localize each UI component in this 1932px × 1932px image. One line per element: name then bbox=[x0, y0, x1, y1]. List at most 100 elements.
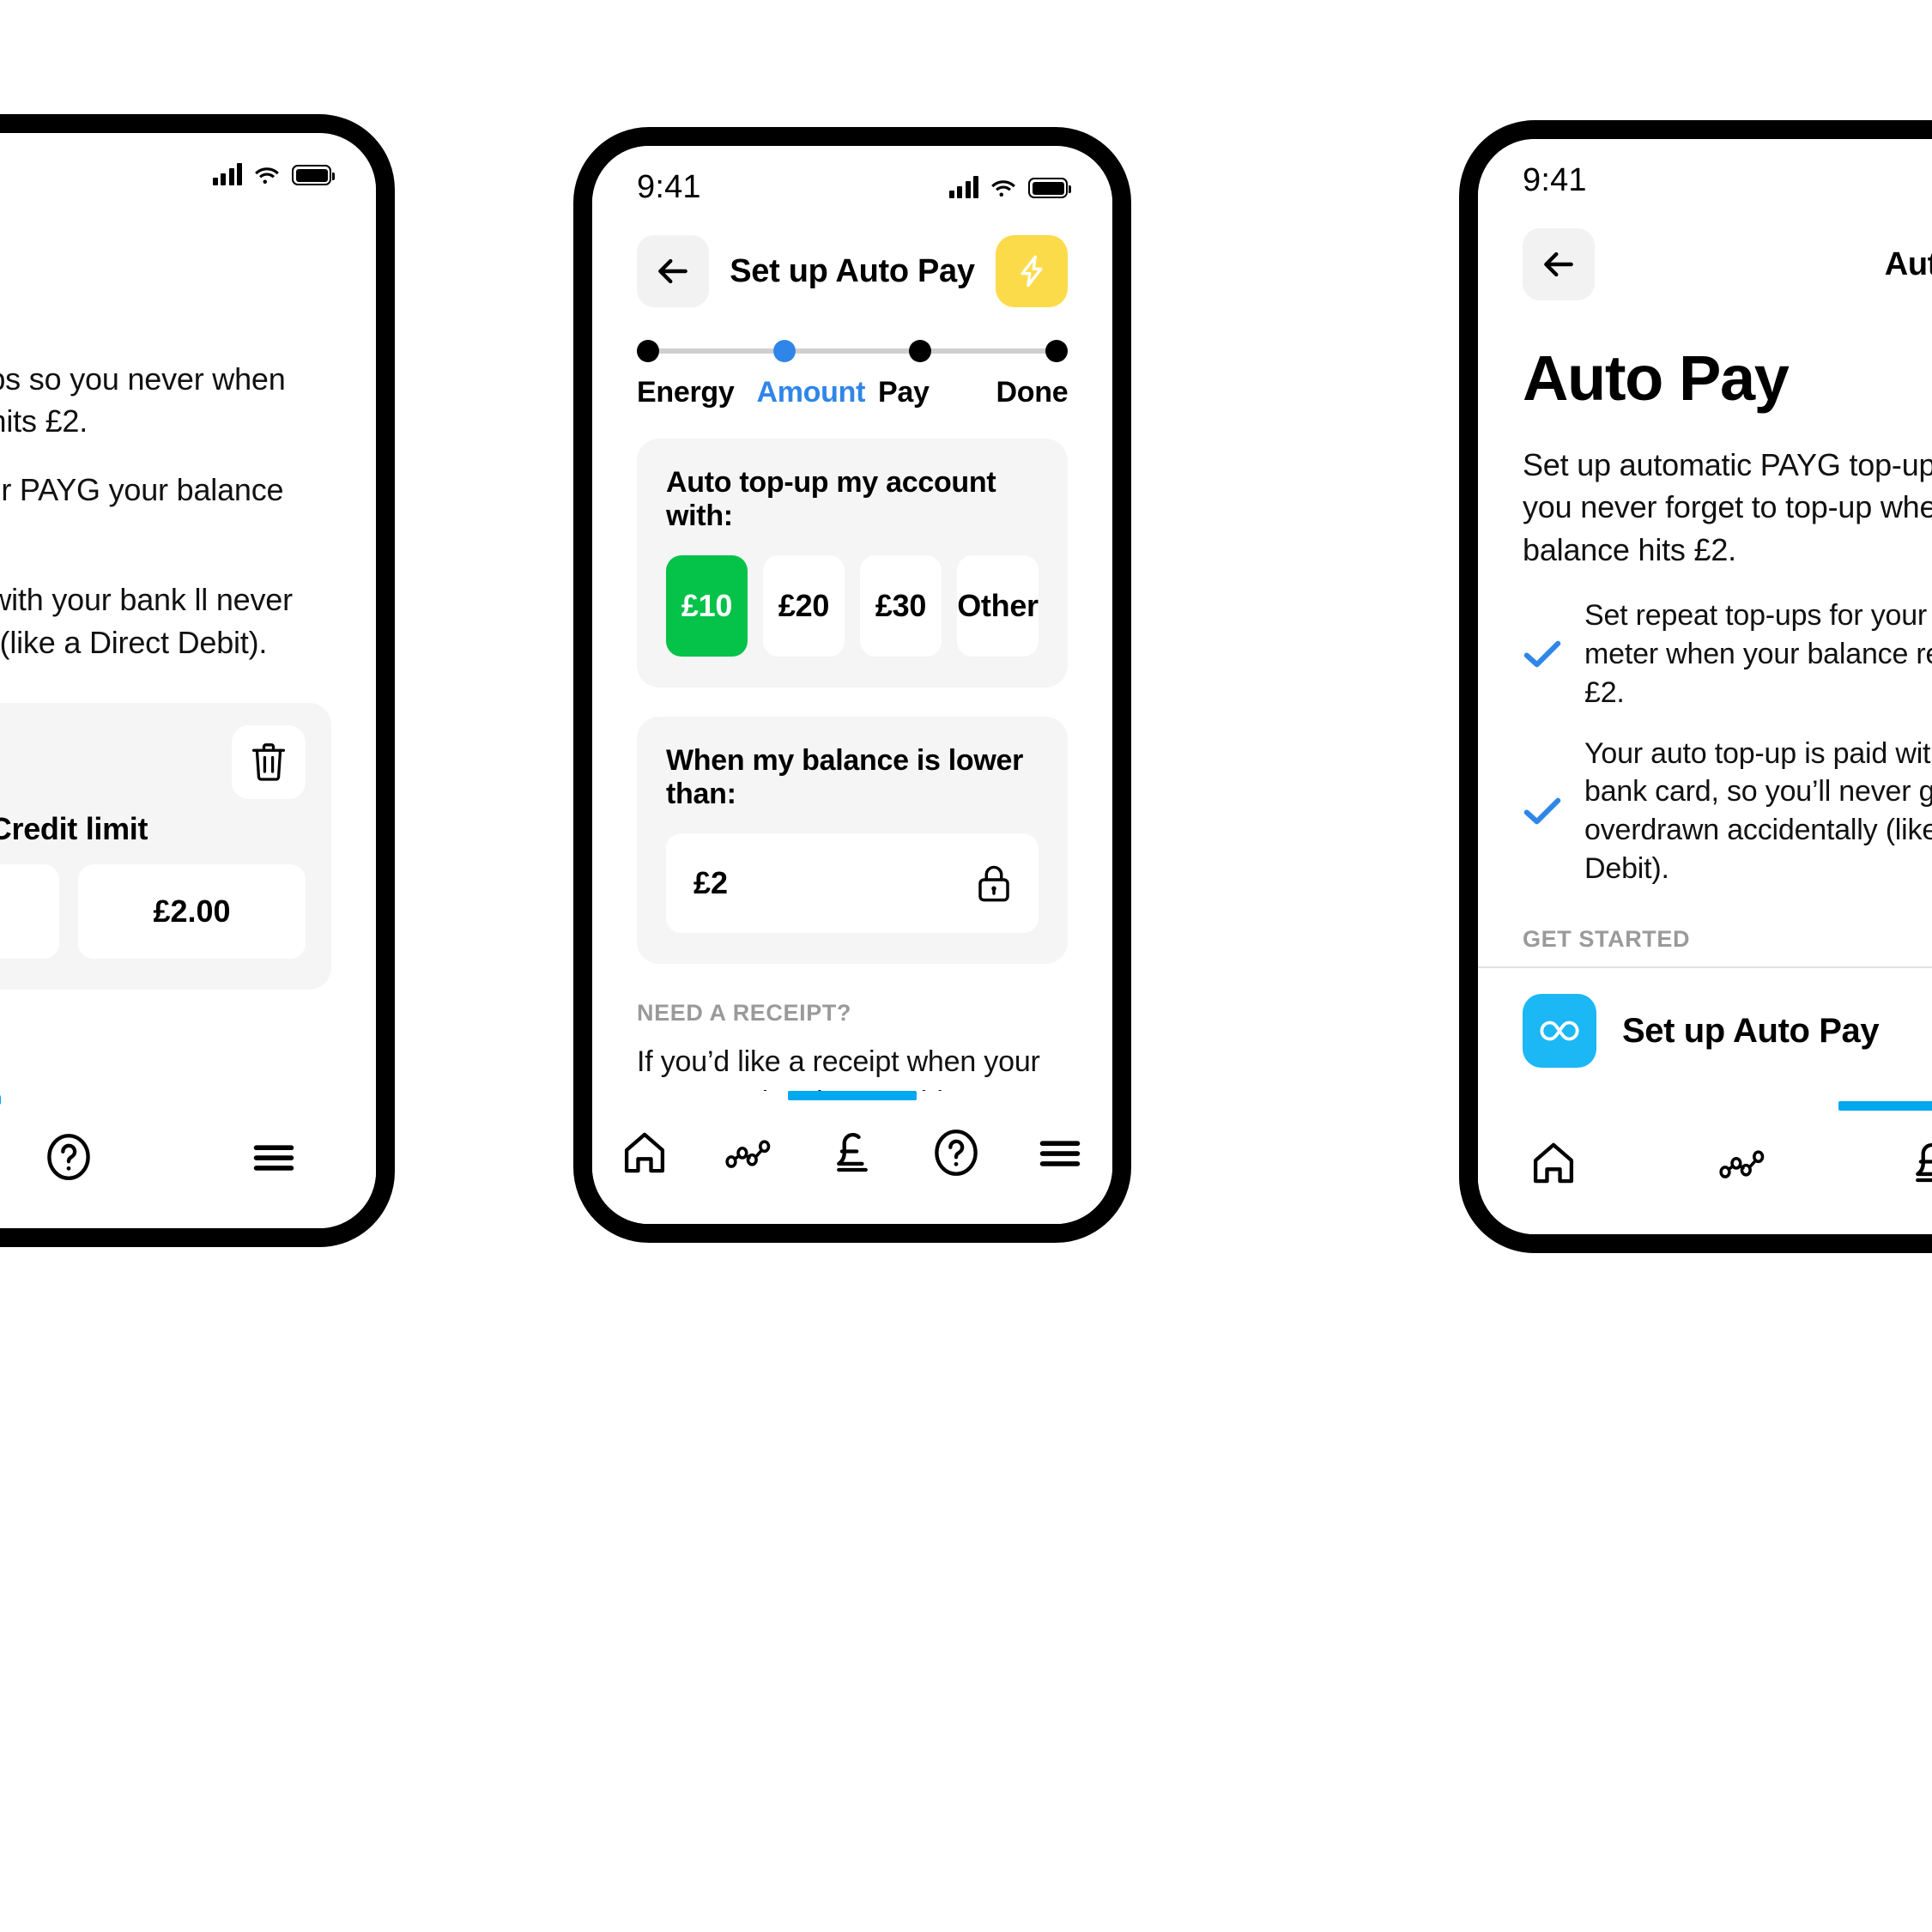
left-body-copy: c PAYG top-ups so you never when your ba… bbox=[0, 298, 376, 663]
step-line-3 bbox=[931, 348, 1046, 354]
back-button[interactable] bbox=[637, 235, 709, 307]
tab-payments-middle[interactable] bbox=[811, 1122, 893, 1184]
tab-menu-left[interactable] bbox=[233, 1126, 315, 1188]
pound-icon bbox=[837, 1132, 868, 1172]
set-up-auto-pay-label: Set up Auto Pay bbox=[1622, 1011, 1880, 1050]
left-paragraph-1: c PAYG top-ups so you never when your ba… bbox=[0, 361, 286, 439]
battery-icon bbox=[1028, 178, 1071, 198]
signal-icon bbox=[212, 163, 242, 185]
amount-option-10[interactable]: £10 bbox=[666, 555, 748, 657]
menu-icon bbox=[1040, 1141, 1081, 1166]
tab-indicator-middle bbox=[788, 1091, 917, 1100]
nav-title-right: Auto Pay bbox=[1884, 245, 1932, 282]
screen-auto-pay-intro: 9:41 Auto Pay Auto Pay Set up automatic … bbox=[1478, 139, 1932, 1234]
benefit-item-2: Your auto top-up is paid with your bank … bbox=[1523, 735, 1932, 889]
tab-bar-right bbox=[1478, 1101, 1932, 1234]
stepper-labels: Energy Amount Pay Done bbox=[637, 376, 1069, 409]
status-bar-left bbox=[0, 133, 376, 197]
step-label-energy: Energy bbox=[637, 376, 735, 409]
status-bar-middle: 9:41 bbox=[592, 146, 1112, 209]
usage-icon bbox=[1719, 1150, 1765, 1178]
balance-threshold-field[interactable]: £2 bbox=[666, 833, 1039, 933]
nav-title-middle: Set up Auto Pay bbox=[730, 252, 975, 289]
status-bar-right: 9:41 bbox=[1478, 139, 1932, 203]
wifi-icon bbox=[255, 167, 279, 185]
amount-option-30[interactable]: £30 bbox=[860, 555, 942, 657]
check-icon bbox=[1523, 639, 1562, 669]
benefit-text-2: Your auto top-up is paid with your bank … bbox=[1584, 736, 1932, 886]
left-paragraph-3: op-up is paid with your bank ll never go… bbox=[0, 582, 293, 660]
balance-threshold-title: When my balance is lower than: bbox=[666, 744, 1024, 810]
set-up-auto-pay-row[interactable]: Set up Auto Pay bbox=[1478, 968, 1932, 1093]
usage-icon bbox=[725, 1140, 771, 1168]
tab-bar-left bbox=[0, 1095, 376, 1228]
tab-indicator-left bbox=[0, 1095, 1, 1105]
progress-stepper: Energy Amount Pay Done bbox=[592, 311, 1112, 409]
credit-limit-card: Credit limit £2.00 bbox=[0, 702, 331, 990]
back-button-right[interactable] bbox=[1523, 228, 1595, 300]
infinity-icon bbox=[1523, 994, 1596, 1069]
nav-bar-right: Auto Pay bbox=[1478, 203, 1932, 304]
step-label-amount: Amount bbox=[756, 376, 866, 409]
lightning-bolt-icon bbox=[1021, 255, 1043, 288]
pound-icon bbox=[1916, 1142, 1932, 1183]
signal-icon bbox=[948, 176, 978, 198]
tab-home-middle[interactable] bbox=[603, 1122, 686, 1184]
screen-auto-pay-detail: Auto Pay c PAYG top-ups so you never whe… bbox=[0, 133, 376, 1228]
step-dot-done[interactable] bbox=[1045, 340, 1069, 362]
wifi-icon bbox=[991, 180, 1015, 197]
intro-copy-right: Set up automatic PAYG top-ups so you nev… bbox=[1523, 447, 1932, 567]
help-icon bbox=[935, 1130, 978, 1176]
lock-icon bbox=[977, 864, 1011, 902]
status-icons-middle bbox=[948, 176, 1071, 198]
screenshot-stage: Auto Pay c PAYG top-ups so you never whe… bbox=[0, 0, 1932, 1932]
balance-threshold-value: £2 bbox=[693, 865, 729, 900]
phone-middle: 9:41 Set up Auto Pay Energy Amount Pay D… bbox=[573, 127, 1131, 1243]
status-time-middle: 9:41 bbox=[637, 168, 701, 205]
tab-menu-middle[interactable] bbox=[1019, 1122, 1101, 1184]
credit-limit-label: Credit limit bbox=[0, 810, 148, 846]
top-up-amount-title: Auto top-up my account with: bbox=[666, 466, 996, 532]
tab-home-right[interactable] bbox=[1512, 1132, 1595, 1194]
amount-option-other[interactable]: Other bbox=[957, 555, 1039, 657]
menu-icon bbox=[253, 1145, 294, 1171]
step-dot-pay[interactable] bbox=[909, 340, 932, 362]
balance-threshold-card: When my balance is lower than: £2 bbox=[637, 717, 1068, 964]
page-title-right: Auto Pay bbox=[1523, 342, 1790, 414]
help-icon bbox=[47, 1134, 90, 1180]
battery-icon bbox=[292, 165, 335, 185]
stepper-track bbox=[637, 340, 1069, 362]
nav-bar-middle: Set up Auto Pay bbox=[592, 209, 1112, 311]
tab-indicator-right bbox=[1838, 1101, 1932, 1111]
step-dot-amount[interactable] bbox=[772, 340, 796, 362]
lightning-action-button[interactable] bbox=[996, 235, 1068, 307]
trash-icon bbox=[251, 743, 286, 781]
step-label-done: Done bbox=[996, 376, 1069, 409]
status-time-right: 9:41 bbox=[1523, 161, 1587, 198]
step-dot-energy[interactable] bbox=[637, 340, 659, 362]
credit-limit-box-blank[interactable] bbox=[0, 863, 59, 959]
home-icon bbox=[1533, 1142, 1574, 1184]
tab-usage-right[interactable] bbox=[1701, 1132, 1784, 1194]
top-up-amount-card: Auto top-up my account with: £10 £20 £30… bbox=[637, 439, 1068, 687]
status-icons-left bbox=[212, 163, 335, 185]
step-label-pay: Pay bbox=[878, 376, 930, 409]
tab-payments-right[interactable] bbox=[1890, 1132, 1932, 1194]
phone-left: Auto Pay c PAYG top-ups so you never whe… bbox=[0, 114, 395, 1247]
back-arrow-icon bbox=[658, 258, 687, 284]
amount-option-20[interactable]: £20 bbox=[763, 555, 845, 657]
phone-right: 9:41 Auto Pay Auto Pay Set up automatic … bbox=[1459, 120, 1932, 1253]
benefits-list: Set repeat top-ups for your PAYG meter w… bbox=[1478, 571, 1932, 888]
back-arrow-icon bbox=[1544, 251, 1573, 277]
benefit-text-1: Set repeat top-ups for your PAYG meter w… bbox=[1584, 598, 1932, 709]
delete-button[interactable] bbox=[232, 724, 306, 799]
get-started-eyebrow: GET STARTED bbox=[1523, 926, 1691, 953]
tab-usage-middle[interactable] bbox=[707, 1122, 790, 1184]
tab-help-left[interactable] bbox=[27, 1126, 110, 1188]
tab-help-middle[interactable] bbox=[915, 1122, 997, 1184]
nav-spacer-left bbox=[259, 222, 331, 294]
credit-limit-value[interactable]: £2.00 bbox=[78, 863, 306, 959]
step-line-2 bbox=[795, 348, 910, 354]
credit-limit-fields: £2.00 bbox=[0, 863, 306, 959]
benefit-item-1: Set repeat top-ups for your PAYG meter w… bbox=[1523, 597, 1932, 712]
